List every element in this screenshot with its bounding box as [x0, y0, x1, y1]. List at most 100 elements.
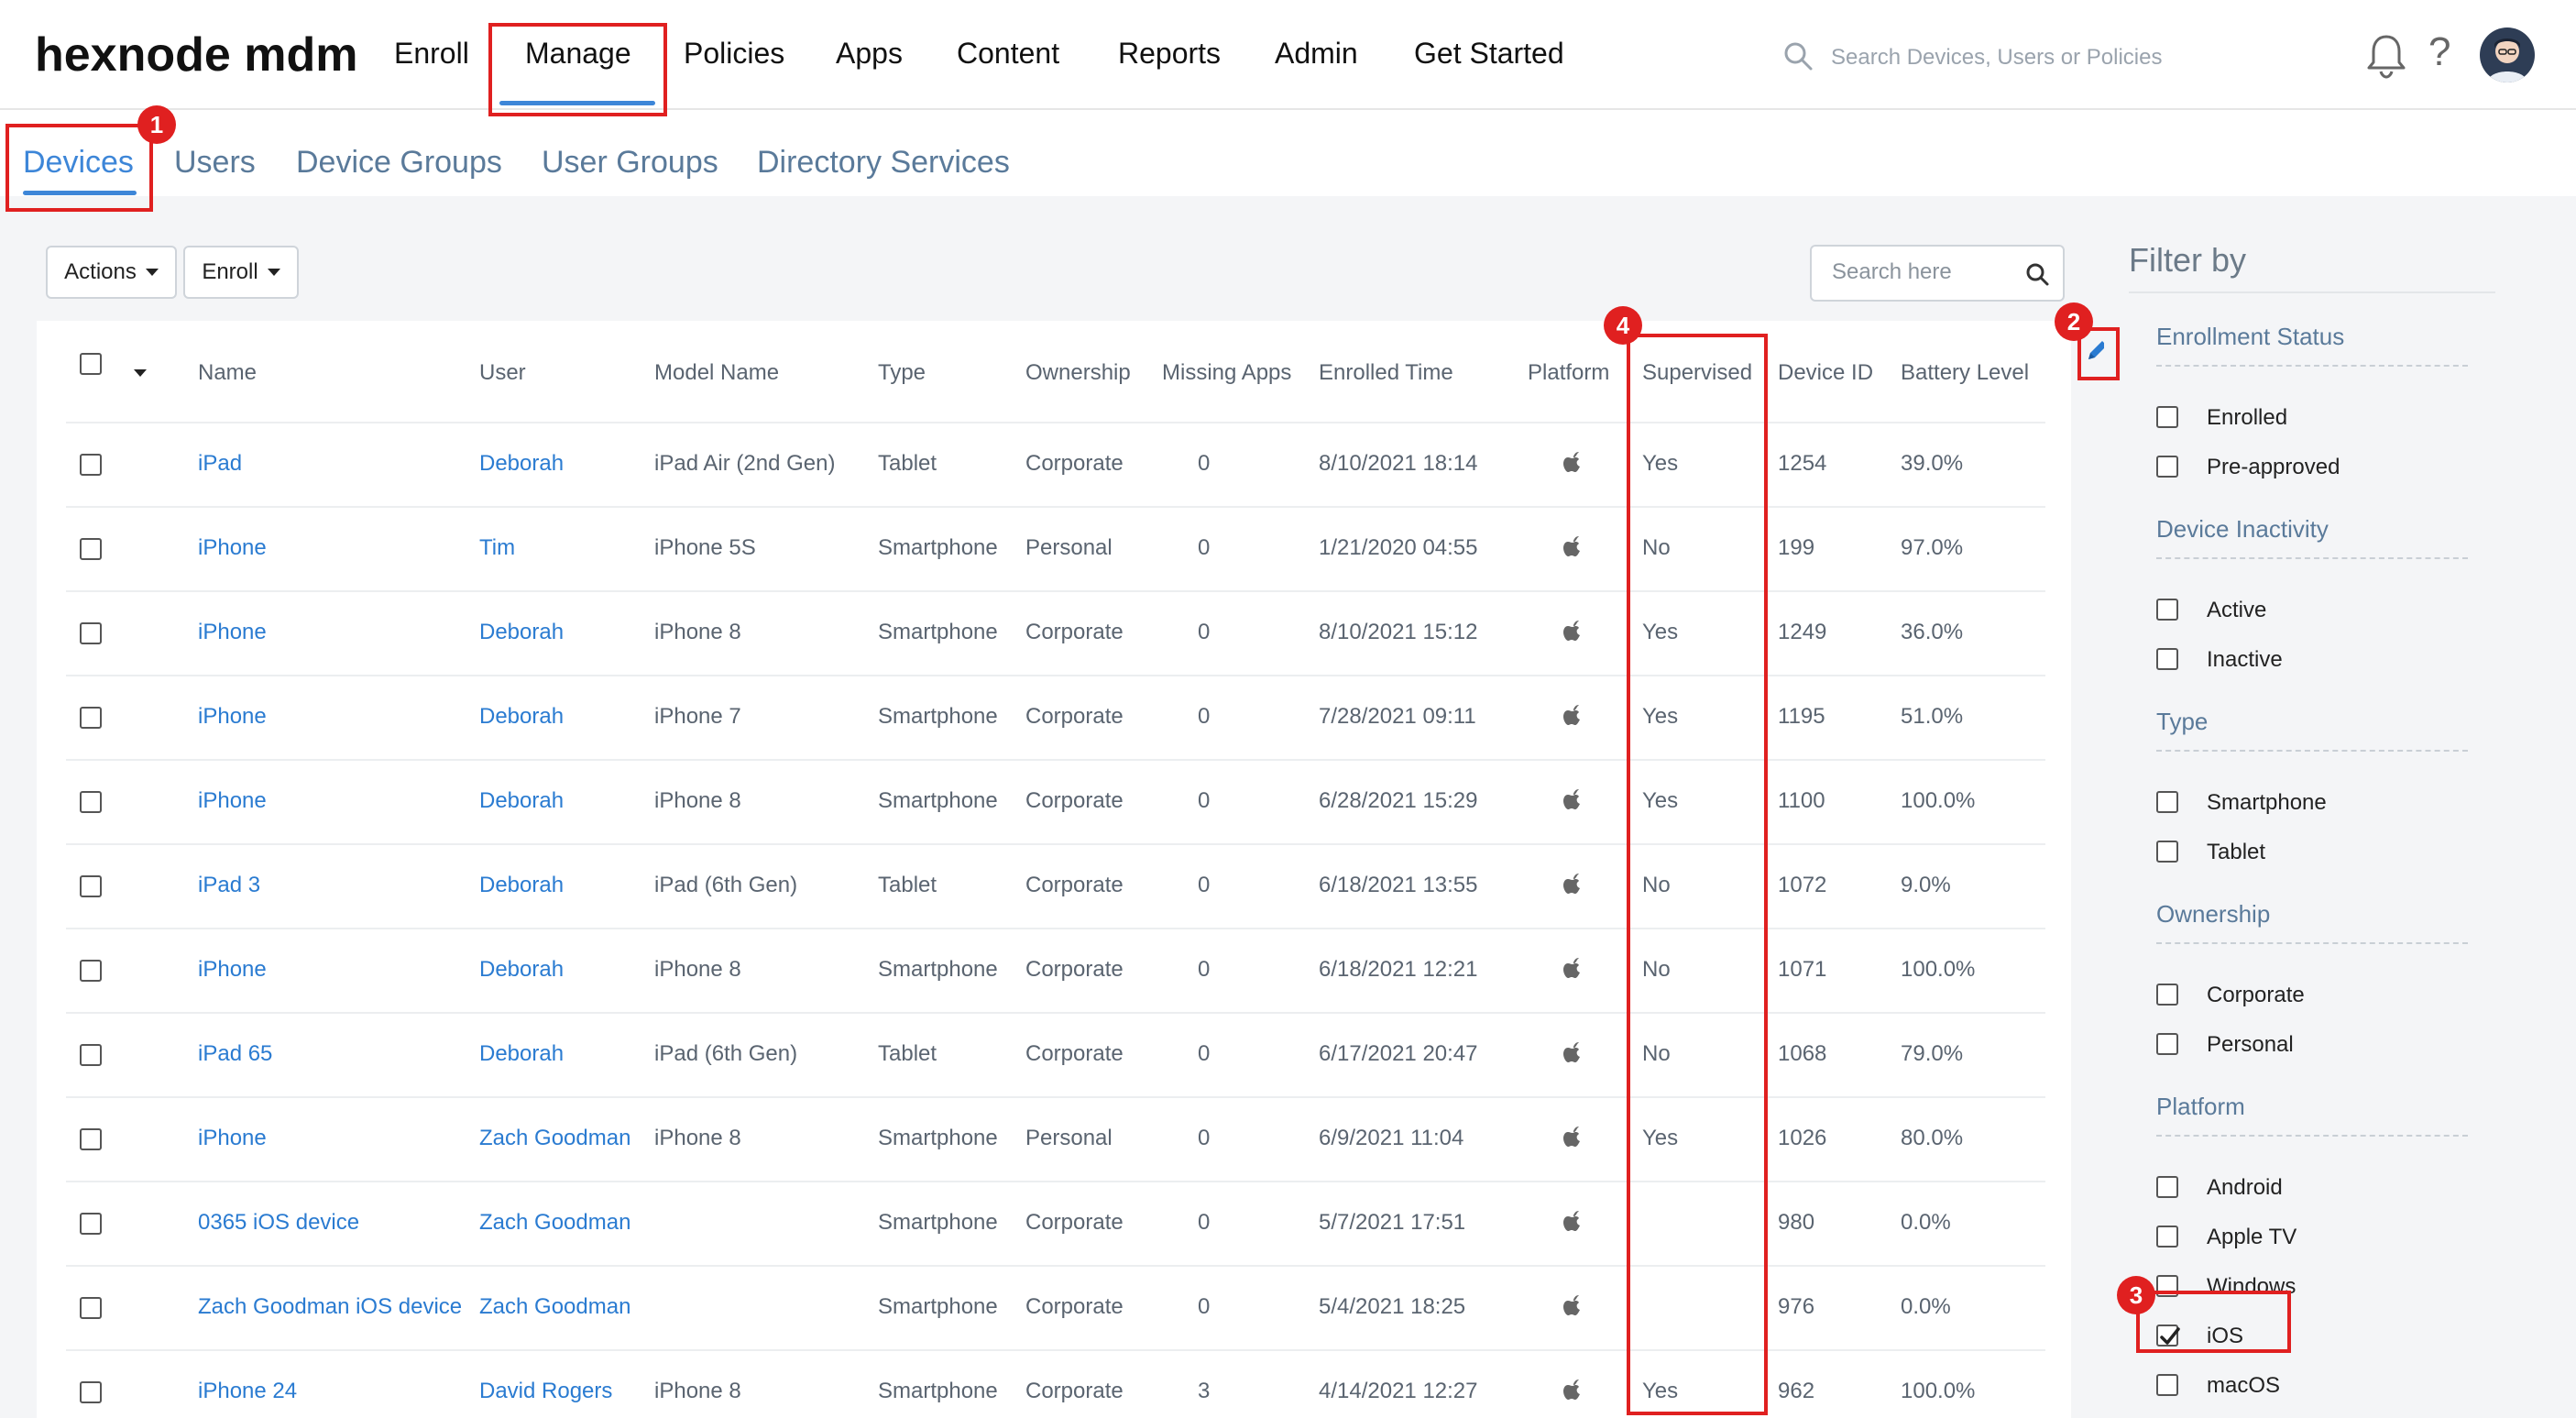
row-select-checkbox[interactable] — [80, 1128, 102, 1150]
device-user-link[interactable]: David Rogers — [479, 1379, 612, 1404]
device-name-link[interactable]: iPhone — [198, 704, 267, 730]
tab-user-groups[interactable]: User Groups — [542, 145, 718, 181]
filter-option-label[interactable]: Apple TV — [2207, 1225, 2296, 1250]
nav-apps[interactable]: Apps — [836, 37, 903, 71]
filter-option-label[interactable]: Tablet — [2207, 840, 2265, 865]
filter-option-checkbox[interactable] — [2156, 841, 2178, 863]
column-header-enrolled-time[interactable]: Enrolled Time — [1319, 360, 1453, 386]
tab-users[interactable]: Users — [174, 145, 256, 181]
nav-policies[interactable]: Policies — [684, 37, 784, 71]
filter-option-checkbox[interactable] — [2156, 1033, 2178, 1055]
search-icon[interactable] — [2024, 261, 2050, 287]
row-select-checkbox[interactable] — [80, 960, 102, 982]
hexnode-logo[interactable]: hexnode mdm — [35, 27, 358, 82]
filter-option-label[interactable]: Active — [2207, 598, 2266, 623]
nav-enroll[interactable]: Enroll — [394, 37, 469, 71]
filter-option-label[interactable]: Inactive — [2207, 647, 2283, 673]
filter-option-checkbox[interactable] — [2156, 984, 2178, 1006]
filter-option-checkbox[interactable] — [2156, 1374, 2178, 1396]
device-user-link[interactable]: Zach Goodman — [479, 1210, 630, 1236]
device-id: 1071 — [1778, 957, 1827, 982]
user-avatar[interactable] — [2480, 27, 2535, 82]
filter-option-label[interactable]: macOS — [2207, 1373, 2280, 1399]
device-name-link[interactable]: iPhone — [198, 1126, 267, 1151]
help-icon[interactable]: ? — [2428, 29, 2450, 75]
filter-option-label[interactable]: Pre-approved — [2207, 455, 2340, 480]
device-name-link[interactable]: iPhone — [198, 788, 267, 814]
column-header-platform[interactable]: Platform — [1528, 360, 1609, 386]
device-name-link[interactable]: iPad 65 — [198, 1041, 272, 1067]
filter-option-label[interactable]: Smartphone — [2207, 790, 2327, 816]
search-icon[interactable] — [1782, 40, 1814, 71]
filter-option-label[interactable]: Enrolled — [2207, 405, 2287, 431]
device-user-link[interactable]: Deborah — [479, 788, 564, 814]
device-name-link[interactable]: iPhone — [198, 957, 267, 983]
column-header-missing-apps[interactable]: Missing Apps — [1162, 360, 1291, 386]
filter-option-checkbox[interactable] — [2156, 1226, 2178, 1248]
column-header-ownership[interactable]: Ownership — [1025, 360, 1131, 386]
device-name-link[interactable]: 0365 iOS device — [198, 1210, 359, 1236]
global-search-input[interactable]: Search Devices, Users or Policies — [1831, 45, 2162, 71]
device-id: 976 — [1778, 1294, 1815, 1319]
row-select-checkbox[interactable] — [80, 791, 102, 813]
nav-admin[interactable]: Admin — [1275, 37, 1358, 71]
bell-icon[interactable] — [2366, 33, 2406, 79]
row-select-checkbox[interactable] — [80, 538, 102, 560]
annotation-badge-2: 2 — [2055, 302, 2093, 341]
filter-option-checkbox[interactable] — [2156, 406, 2178, 428]
device-name-link[interactable]: iPhone — [198, 535, 267, 561]
tab-device-groups[interactable]: Device Groups — [296, 145, 502, 181]
row-select-checkbox[interactable] — [80, 454, 102, 476]
device-user-link[interactable]: Deborah — [479, 704, 564, 730]
row-select-checkbox[interactable] — [80, 875, 102, 897]
select-dropdown-caret-icon[interactable] — [134, 369, 147, 377]
nav-get-started[interactable]: Get Started — [1414, 37, 1564, 71]
device-name-link[interactable]: iPhone — [198, 620, 267, 645]
filter-option-checkbox[interactable] — [2156, 791, 2178, 813]
device-search-input[interactable] — [1832, 259, 2006, 285]
filter-option-label[interactable]: Corporate — [2207, 983, 2305, 1008]
device-name-link[interactable]: iPhone 24 — [198, 1379, 297, 1404]
row-select-checkbox[interactable] — [80, 1044, 102, 1066]
actions-button[interactable]: Actions — [46, 246, 177, 299]
filter-option-label[interactable]: Personal — [2207, 1032, 2294, 1058]
filter-option-checkbox[interactable] — [2156, 1176, 2178, 1198]
column-header-type[interactable]: Type — [878, 360, 926, 386]
filter-option-checkbox[interactable] — [2156, 648, 2178, 670]
device-user-link[interactable]: Deborah — [479, 1041, 564, 1067]
device-battery-level: 100.0% — [1901, 788, 1976, 813]
column-header-name[interactable]: Name — [198, 360, 257, 386]
device-name-link[interactable]: Zach Goodman iOS device — [198, 1294, 462, 1320]
device-user-link[interactable]: Deborah — [479, 873, 564, 898]
enroll-button[interactable]: Enroll — [183, 246, 299, 299]
tab-directory-services[interactable]: Directory Services — [757, 145, 1010, 181]
row-select-checkbox[interactable] — [80, 1381, 102, 1403]
nav-reports[interactable]: Reports — [1118, 37, 1221, 71]
filter-option-checkbox[interactable] — [2156, 456, 2178, 478]
filter-option-label[interactable]: Android — [2207, 1175, 2283, 1201]
column-header-battery-level[interactable]: Battery Level — [1901, 360, 2029, 386]
row-select-checkbox[interactable] — [80, 707, 102, 729]
device-missing-apps: 0 — [1198, 704, 1211, 729]
device-user-link[interactable]: Deborah — [479, 451, 564, 477]
device-ownership: Corporate — [1025, 788, 1124, 813]
device-user-link[interactable]: Zach Goodman — [479, 1126, 630, 1151]
device-user-link[interactable]: Deborah — [479, 957, 564, 983]
column-header-device-id[interactable]: Device ID — [1778, 360, 1873, 386]
filter-option-checkbox[interactable] — [2156, 599, 2178, 621]
select-all-checkbox[interactable] — [80, 353, 102, 375]
device-id: 1100 — [1778, 788, 1825, 813]
device-user-link[interactable]: Deborah — [479, 620, 564, 645]
nav-content[interactable]: Content — [957, 37, 1059, 71]
column-header-model-name[interactable]: Model Name — [654, 360, 779, 386]
device-name-link[interactable]: iPad 3 — [198, 873, 260, 898]
actions-button-label: Actions — [64, 259, 137, 284]
row-select-checkbox[interactable] — [80, 1297, 102, 1319]
device-user-link[interactable]: Zach Goodman — [479, 1294, 630, 1320]
device-name-link[interactable]: iPad — [198, 451, 242, 477]
device-user-link[interactable]: Tim — [479, 535, 515, 561]
column-header-user[interactable]: User — [479, 360, 526, 386]
row-select-checkbox[interactable] — [80, 622, 102, 644]
row-select-checkbox[interactable] — [80, 1213, 102, 1235]
device-search-box[interactable] — [1810, 245, 2065, 302]
